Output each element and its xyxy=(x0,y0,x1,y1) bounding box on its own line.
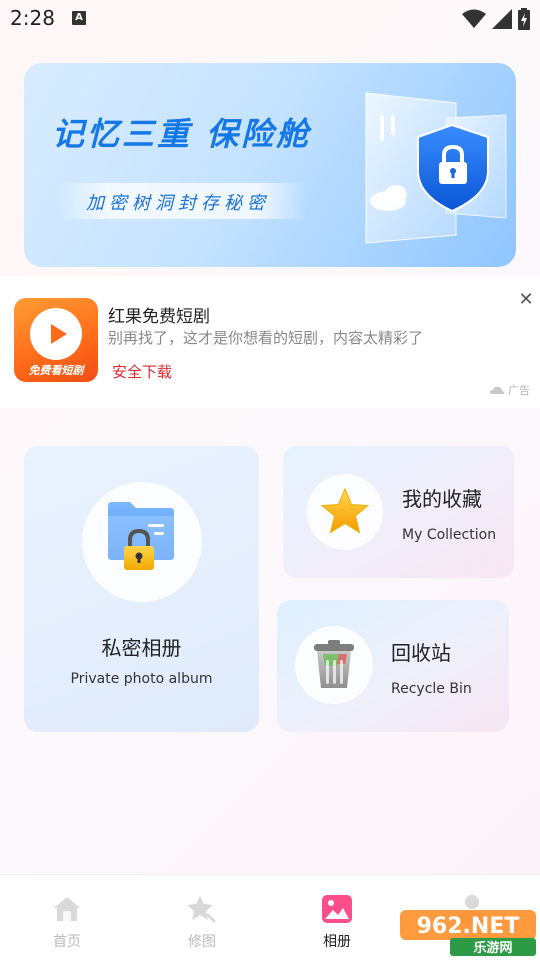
collection-subtitle: My Collection xyxy=(402,527,497,543)
status-time: 2:28 xyxy=(10,6,55,30)
wifi-icon xyxy=(462,9,486,28)
banner-subtitle: 加密树洞封存秘密 xyxy=(86,193,270,214)
status-bar: 2:28 A xyxy=(0,0,540,36)
nav-item-album[interactable]: 相册 xyxy=(297,875,377,960)
recycle-bin-card[interactable]: 回收站 Recycle Bin xyxy=(277,600,509,732)
nav-label-home: 首页 xyxy=(53,934,81,950)
private-album-card[interactable]: 私密相册 Private photo album xyxy=(24,446,259,732)
nav-label-album: 相册 xyxy=(323,934,351,950)
star-edit-icon xyxy=(187,896,216,923)
ad-tag-label: 广告 xyxy=(508,384,530,397)
recycle-title: 回收站 xyxy=(391,641,451,665)
watermark-brand: 962.NET xyxy=(417,914,520,939)
nav-item-edit[interactable]: 修图 xyxy=(162,875,242,960)
notification-a-icon: A xyxy=(72,11,86,25)
nav-item-home[interactable]: 首页 xyxy=(27,875,107,960)
ad-title[interactable]: 红果免费短剧 xyxy=(108,302,210,327)
shield-lock-illustration xyxy=(365,92,507,244)
private-album-subtitle: Private photo album xyxy=(70,671,213,687)
recycle-subtitle: Recycle Bin xyxy=(391,681,472,697)
ad-banner[interactable]: 免费看短剧 红果免费短剧 别再找了，这才是你想看的短剧，内容太精彩了 安全下载 … xyxy=(0,276,540,408)
play-icon xyxy=(30,308,82,360)
private-album-title: 私密相册 xyxy=(101,636,182,660)
site-watermark-logo: 962.NET 乐游网 xyxy=(400,910,536,956)
nav-label-edit: 修图 xyxy=(188,934,216,950)
battery-icon xyxy=(518,8,530,30)
locked-folder-icon xyxy=(108,502,174,570)
promo-banner[interactable]: 记忆三重 保险舱 加密树洞封存秘密 xyxy=(24,63,516,267)
collection-title: 我的收藏 xyxy=(402,487,482,511)
signal-icon xyxy=(492,9,512,29)
album-icon xyxy=(322,895,352,923)
status-icons xyxy=(462,8,530,30)
star-icon xyxy=(320,487,370,534)
ad-icon-label: 免费看短剧 xyxy=(28,364,84,377)
ad-download-button[interactable]: 安全下载 xyxy=(112,361,172,382)
ad-app-icon[interactable]: 免费看短剧 xyxy=(14,298,98,382)
cloud-icon xyxy=(490,386,504,394)
watermark-sub: 乐游网 xyxy=(473,940,512,956)
my-collection-card[interactable]: 我的收藏 My Collection xyxy=(283,446,514,578)
trash-bin-icon xyxy=(314,640,354,688)
ad-tag: 广告 xyxy=(490,382,530,398)
ad-description: 别再找了，这才是你想看的短剧，内容太精彩了 xyxy=(108,329,424,347)
home-icon xyxy=(54,897,80,921)
ad-close-button[interactable]: ✕ xyxy=(516,290,536,310)
banner-title: 记忆三重 保险舱 xyxy=(52,115,312,153)
